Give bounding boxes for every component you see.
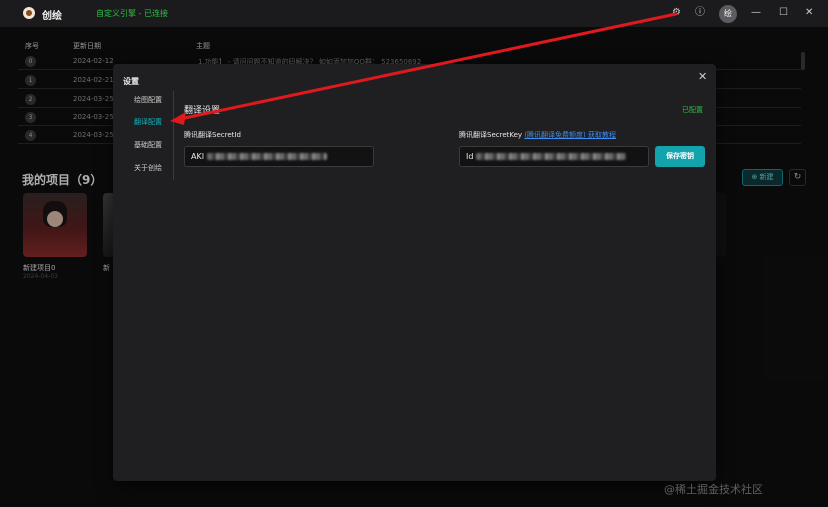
secret-id-label: 腾讯翻译SecretId — [184, 131, 241, 139]
help-icon[interactable]: ⓘ — [695, 8, 705, 18]
nav-divider — [173, 91, 174, 180]
app-title: 创绘 — [42, 11, 62, 22]
watermark: @稀土掘金技术社区 — [664, 483, 763, 496]
close-icon[interactable]: ✕ — [698, 70, 707, 83]
secret-key-value: Id — [466, 152, 474, 161]
secret-id-input[interactable]: AKI — [184, 146, 374, 167]
secret-id-value: AKI — [191, 152, 205, 161]
nav-basic-config[interactable]: 基础配置 — [123, 140, 173, 150]
masked-text — [476, 153, 627, 160]
maximize-icon[interactable]: ☐ — [779, 8, 788, 18]
nav-translation-config[interactable]: 翻译配置 — [123, 117, 173, 127]
modal-title: 设置 — [123, 77, 139, 86]
secret-key-label: 腾讯翻译SecretKey — [459, 131, 523, 139]
tutorial-link[interactable]: (腾讯翻译免费额度) 获取教程 — [524, 131, 616, 139]
engine-status: 自定义引擎 - 已连接 — [96, 9, 168, 18]
config-status: 已配置 — [682, 106, 703, 114]
nav-about[interactable]: 关于创绘 — [123, 163, 173, 173]
secret-key-input[interactable]: Id — [459, 146, 649, 167]
avatar[interactable]: 绘 — [719, 5, 737, 23]
masked-text — [207, 153, 328, 160]
app-logo — [23, 7, 35, 19]
secret-key-label-row: 腾讯翻译SecretKey (腾讯翻译免费额度) 获取教程 — [459, 130, 616, 140]
nav-drawing-config[interactable]: 绘图配置 — [123, 95, 173, 105]
close-icon[interactable]: ✕ — [805, 8, 813, 18]
save-key-button[interactable]: 保存密钥 — [655, 146, 705, 167]
gear-icon[interactable]: ⚙ — [672, 8, 681, 18]
settings-modal: 设置 ✕ 绘图配置 翻译配置 基础配置 关于创绘 翻译设置 已配置 腾讯翻译Se… — [113, 64, 716, 481]
title-bar: 创绘 自定义引擎 - 已连接 ⚙ ⓘ 绘 — ☐ ✕ — [0, 0, 828, 27]
section-title: 翻译设置 — [184, 106, 221, 116]
minimize-icon[interactable]: — — [751, 8, 761, 18]
